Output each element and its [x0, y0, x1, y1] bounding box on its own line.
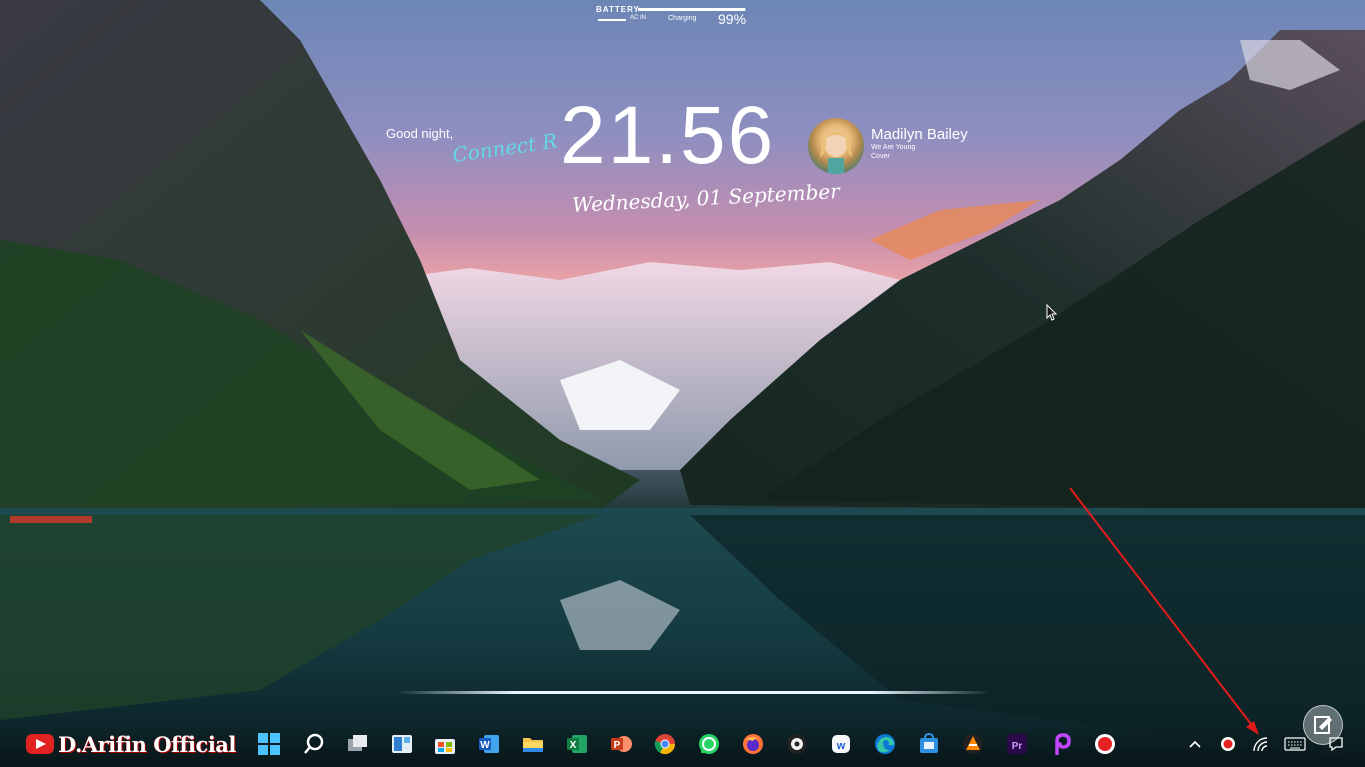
reflection-line [396, 691, 990, 694]
svg-text:X: X [570, 740, 577, 751]
excel-icon[interactable]: X [565, 732, 589, 756]
store-bag-icon[interactable] [917, 732, 941, 756]
task-view-icon[interactable] [346, 732, 370, 756]
battery-ac-label: AC IN [630, 15, 647, 21]
chevron-up-icon[interactable] [1186, 734, 1204, 754]
battery-title: BATTERY [596, 5, 640, 14]
whatsapp-icon[interactable] [697, 732, 721, 756]
clock-time: 21.56 [560, 90, 776, 181]
svg-text:W: W [480, 740, 490, 751]
battery-status: Charging [668, 15, 697, 22]
watermark-text: D.Arifin Official [58, 731, 236, 757]
battery-percent: 99% [718, 11, 747, 27]
wifi-icon[interactable] [1250, 734, 1272, 754]
battery-dash [598, 19, 626, 21]
powerpoint-icon[interactable]: P [609, 732, 633, 756]
search-icon[interactable] [302, 732, 326, 756]
album-art[interactable] [808, 118, 864, 174]
keyboard-icon[interactable] [1282, 734, 1308, 754]
music-artist: Madilyn Bailey [871, 126, 968, 143]
widgets-icon[interactable] [390, 732, 414, 756]
svg-text:w: w [836, 740, 846, 752]
svg-text:P: P [614, 740, 621, 751]
greeting-text: Good night, [386, 126, 454, 141]
youtube-icon [26, 734, 54, 754]
record-tray-icon[interactable] [1218, 734, 1238, 754]
word-icon[interactable]: W [477, 732, 501, 756]
battery-widget: BATTERY AC IN Charging 99% [594, 3, 754, 27]
notification-icon[interactable] [1326, 734, 1346, 754]
file-explorer-icon[interactable] [521, 732, 545, 756]
windows-start-icon[interactable] [257, 732, 281, 756]
channel-watermark: D.Arifin Official [26, 730, 236, 758]
vlc-icon[interactable] [961, 732, 985, 756]
music-title: We Are Young [871, 144, 916, 151]
svg-text:Pr: Pr [1012, 741, 1023, 752]
edge-icon[interactable] [873, 732, 897, 756]
record-icon[interactable] [1093, 732, 1117, 756]
chrome-icon[interactable] [653, 732, 677, 756]
microsoft-store-icon[interactable] [433, 732, 457, 756]
xd-browser-icon[interactable]: w [829, 732, 853, 756]
picsart-icon[interactable] [1049, 732, 1073, 756]
firefox-icon[interactable] [741, 732, 765, 756]
premiere-icon[interactable]: Pr [1005, 732, 1029, 756]
media-player-icon[interactable] [785, 732, 809, 756]
music-subtitle: Cover [871, 153, 890, 160]
mouse-cursor-icon [1046, 303, 1058, 327]
